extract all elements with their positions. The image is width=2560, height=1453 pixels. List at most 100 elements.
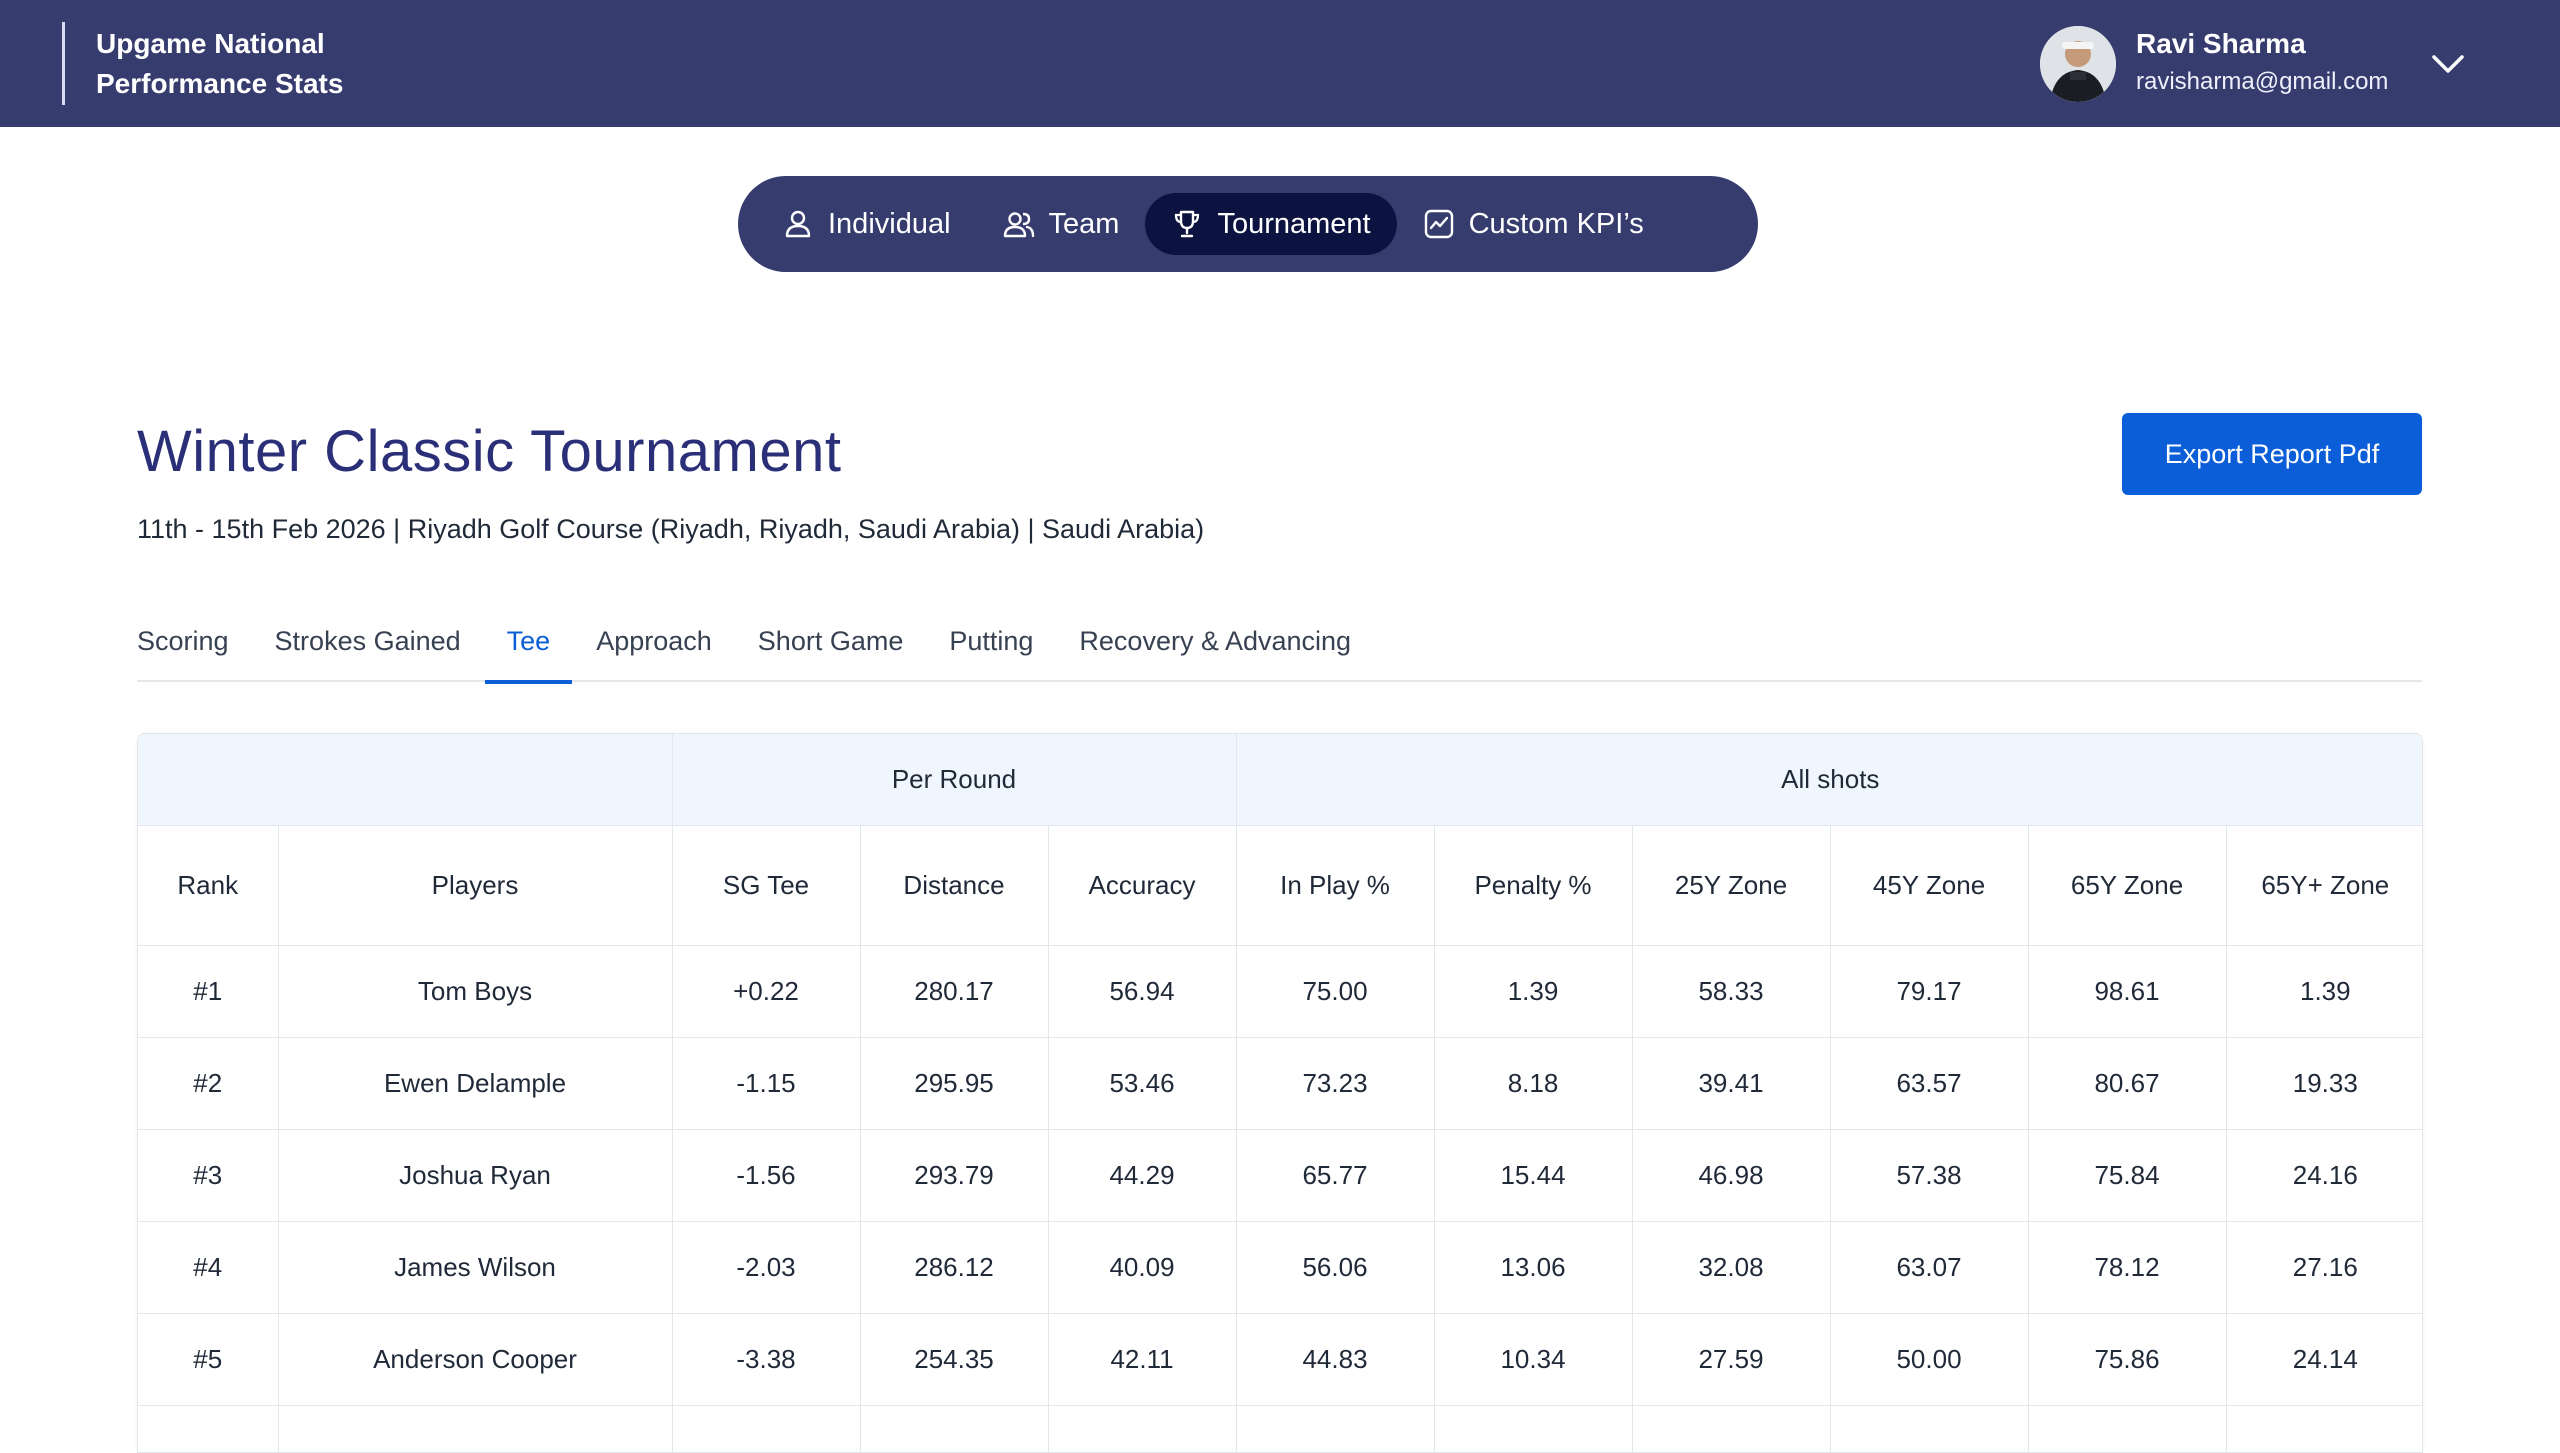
column-header[interactable]: In Play % xyxy=(1236,825,1435,946)
nav-individual-label: Individual xyxy=(828,207,951,240)
app-header: Upgame National Performance Stats Ravi S… xyxy=(0,0,2560,127)
player-name-cell[interactable]: Ewen Delample xyxy=(278,1037,673,1130)
player-name-cell[interactable]: Tom Boys xyxy=(278,945,673,1038)
tab-recovery-advancing[interactable]: Recovery & Advancing xyxy=(1079,618,1351,682)
column-header[interactable]: Accuracy xyxy=(1048,825,1237,946)
stat-cell: 10.34 xyxy=(1434,1313,1633,1406)
stat-cell: 19.33 xyxy=(2226,1037,2422,1130)
stat-cell: 65.77 xyxy=(1236,1129,1435,1222)
nav-team[interactable]: Team xyxy=(977,193,1146,255)
table-row[interactable]: #2 Ewen Delample -1.15 295.95 53.46 73.23 8.18… xyxy=(138,1037,2422,1130)
column-header[interactable]: 65Y+ Zone xyxy=(2226,825,2422,946)
stat-cell: 44.29 xyxy=(1048,1129,1237,1222)
stat-cell: 56.06 xyxy=(1236,1221,1435,1314)
stat-cell: 44.83 xyxy=(1236,1313,1435,1406)
tab-approach[interactable]: Approach xyxy=(596,618,712,682)
stat-cell: 46.98 xyxy=(1632,1129,1831,1222)
brand-line-2: Performance Stats xyxy=(96,68,344,99)
stat-cell: -1.15 xyxy=(672,1037,861,1130)
column-header[interactable]: SG Tee xyxy=(672,825,861,946)
stat-cell: 75.00 xyxy=(1236,945,1435,1038)
player-name-cell[interactable]: Anderson Cooper xyxy=(278,1313,673,1406)
nav-individual[interactable]: Individual xyxy=(756,193,977,255)
stat-cell: 24.14 xyxy=(2226,1313,2422,1406)
stat-cell xyxy=(672,1405,861,1452)
nav-custom-kpis[interactable]: Custom KPI’s xyxy=(1397,193,1670,255)
stats-table-grid: Per Round All shots Rank Players SG Tee … xyxy=(138,734,2422,1452)
chevron-down-icon[interactable] xyxy=(2428,46,2468,82)
table-row[interactable]: #3 Joshua Ryan -1.56 293.79 44.29 65.77 15.44 4… xyxy=(138,1129,2422,1222)
nav-custom-kpis-label: Custom KPI’s xyxy=(1468,207,1644,240)
table-row[interactable] xyxy=(138,1405,2422,1452)
stat-cell: 63.57 xyxy=(1830,1037,2029,1130)
avatar[interactable] xyxy=(2040,26,2116,102)
stat-cell: 280.17 xyxy=(860,945,1049,1038)
stat-cell: 78.12 xyxy=(2028,1221,2227,1314)
users-icon xyxy=(1003,212,1034,238)
stat-cell: +0.22 xyxy=(672,945,861,1038)
export-report-button[interactable]: Export Report Pdf xyxy=(2122,413,2422,495)
stat-cell: 79.17 xyxy=(1830,945,2029,1038)
stat-cell: 75.84 xyxy=(2028,1129,2227,1222)
stat-cell xyxy=(1048,1405,1237,1452)
table-row[interactable]: #5 Anderson Cooper -3.38 254.35 42.11 44.83 10… xyxy=(138,1313,2422,1406)
rank-cell: #3 xyxy=(138,1129,279,1222)
column-header[interactable]: Penalty % xyxy=(1434,825,1633,946)
stats-table: Per Round All shots Rank Players SG Tee … xyxy=(137,733,2423,1453)
chart-icon xyxy=(1424,209,1453,239)
group-header-all-shots: All shots xyxy=(1236,734,2422,826)
column-header[interactable]: 45Y Zone xyxy=(1830,825,2029,946)
user-email: ravisharma@gmail.com xyxy=(2136,68,2389,95)
stat-cell: 53.46 xyxy=(1048,1037,1237,1130)
stat-cell: 80.67 xyxy=(2028,1037,2227,1130)
stat-cell: 50.00 xyxy=(1830,1313,2029,1406)
group-header-blank xyxy=(138,734,673,826)
tab-scoring[interactable]: Scoring xyxy=(137,618,229,682)
brand-line-1: Upgame National xyxy=(96,28,325,59)
tab-short-game[interactable]: Short Game xyxy=(758,618,904,682)
stat-cell: 58.33 xyxy=(1632,945,1831,1038)
column-header[interactable]: 25Y Zone xyxy=(1632,825,1831,946)
stat-cell: 295.95 xyxy=(860,1037,1049,1130)
section-nav: Individual Team Tournament Custom KPI’s xyxy=(738,176,1758,272)
table-row[interactable]: #1 Tom Boys +0.22 280.17 56.94 75.00 1.39 58.33… xyxy=(138,945,2422,1038)
tab-tee[interactable]: Tee xyxy=(484,618,573,684)
column-header-row: Rank Players SG Tee Distance Accuracy In… xyxy=(138,825,2422,946)
nav-tournament[interactable]: Tournament xyxy=(1145,193,1397,255)
table-row[interactable]: #4 James Wilson -2.03 286.12 40.09 56.06 13.06… xyxy=(138,1221,2422,1314)
player-name-cell[interactable]: James Wilson xyxy=(278,1221,673,1314)
column-header[interactable]: Rank xyxy=(138,825,279,946)
stat-cell: 39.41 xyxy=(1632,1037,1831,1130)
player-name-cell[interactable]: Joshua Ryan xyxy=(278,1129,673,1222)
rank-cell xyxy=(138,1405,279,1452)
column-header[interactable]: Distance xyxy=(860,825,1049,946)
stat-cell xyxy=(2028,1405,2227,1452)
tab-strokes-gained[interactable]: Strokes Gained xyxy=(275,618,461,682)
stat-cell: 13.06 xyxy=(1434,1221,1633,1314)
trophy-icon xyxy=(1175,210,1200,238)
column-header[interactable]: Players xyxy=(278,825,673,946)
user-icon xyxy=(785,210,811,238)
table-body: #1 Tom Boys +0.22 280.17 56.94 75.00 1.39 58.33… xyxy=(138,945,2422,1452)
rank-cell: #2 xyxy=(138,1037,279,1130)
tab-putting[interactable]: Putting xyxy=(949,618,1033,682)
stat-cell: 57.38 xyxy=(1830,1129,2029,1222)
column-header[interactable]: 65Y Zone xyxy=(2028,825,2227,946)
group-header-per-round: Per Round xyxy=(672,734,1237,826)
nav-tournament-label: Tournament xyxy=(1217,207,1371,240)
stat-cell: 27.16 xyxy=(2226,1221,2422,1314)
stats-tabs: Scoring Strokes Gained Tee Approach Shor… xyxy=(137,618,2422,684)
user-menu[interactable]: Ravi Sharma ravisharma@gmail.com xyxy=(2000,0,2560,127)
stat-cell: 1.39 xyxy=(2226,945,2422,1038)
stat-cell: 15.44 xyxy=(1434,1129,1633,1222)
stat-cell xyxy=(1236,1405,1435,1452)
column-group-row: Per Round All shots xyxy=(138,734,2422,826)
rank-cell: #1 xyxy=(138,945,279,1038)
stat-cell xyxy=(1434,1405,1633,1452)
stat-cell: 1.39 xyxy=(1434,945,1633,1038)
user-name: Ravi Sharma xyxy=(2136,28,2306,59)
stat-cell: 63.07 xyxy=(1830,1221,2029,1314)
player-name-cell[interactable] xyxy=(278,1405,673,1452)
stat-cell xyxy=(1632,1405,1831,1452)
brand-title[interactable]: Upgame National Performance Stats xyxy=(96,24,343,104)
